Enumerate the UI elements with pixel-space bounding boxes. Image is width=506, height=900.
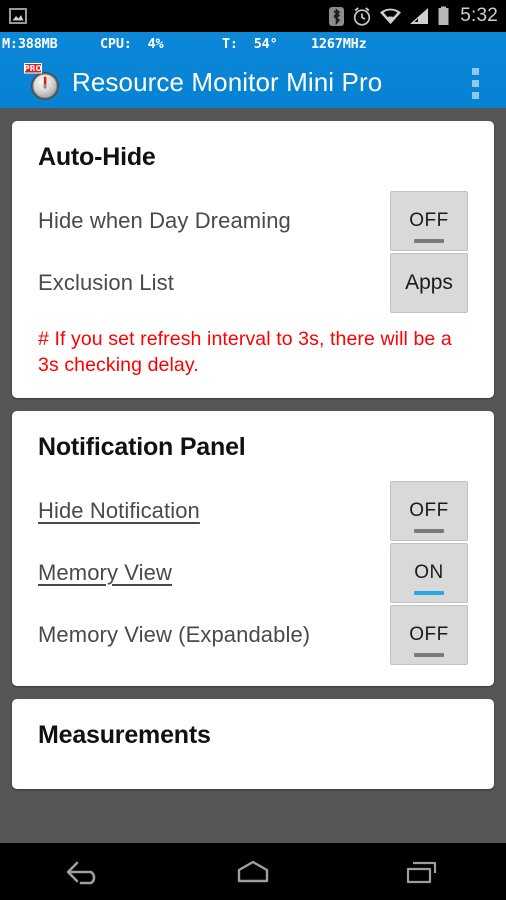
setting-label: Hide when Day Dreaming <box>38 208 390 234</box>
status-bar-clock: 5:32 <box>460 5 498 27</box>
back-arrow-icon <box>63 857 105 887</box>
setting-label-link[interactable]: Memory View <box>38 560 390 586</box>
card-measurements: Measurements <box>12 699 494 789</box>
card-title: Auto-Hide <box>38 143 468 172</box>
svg-text:PRO: PRO <box>24 64 42 73</box>
toggle-state-indicator <box>414 529 444 533</box>
overflow-dot <box>472 92 479 99</box>
home-icon <box>232 857 274 887</box>
setting-row-memory-view[interactable]: Memory View ON <box>38 542 468 604</box>
battery-icon <box>437 6 450 26</box>
overflow-menu-button[interactable] <box>462 65 488 101</box>
cpu-stat: CPU: 4% <box>100 36 163 52</box>
button-exclusion-list-apps[interactable]: Apps <box>390 253 468 313</box>
setting-row-memory-view-expandable[interactable]: Memory View (Expandable) OFF <box>38 604 468 666</box>
screenshot-image-icon <box>8 6 28 26</box>
toggle-state-indicator <box>414 239 444 243</box>
setting-row-hide-when-day-dreaming[interactable]: Hide when Day Dreaming OFF <box>38 190 468 252</box>
temperature-stat: T: 54° <box>222 36 278 52</box>
overflow-dot <box>472 68 479 75</box>
android-screen: 5:32 M:388MB CPU: 4% T: 54° 1267MHz <box>0 0 506 900</box>
nav-recents-button[interactable] <box>367 843 477 900</box>
frequency-stat: 1267MHz <box>311 36 367 52</box>
button-label: Apps <box>405 272 453 294</box>
toggle-state-label: ON <box>414 562 444 584</box>
app-title-row: PRO Resource Monitor Mini Pro <box>0 55 506 108</box>
setting-label: Memory View (Expandable) <box>38 622 390 648</box>
setting-row-hide-notification[interactable]: Hide Notification OFF <box>38 480 468 542</box>
nav-home-button[interactable] <box>198 843 308 900</box>
bluetooth-icon <box>328 6 345 27</box>
app-title: Resource Monitor Mini Pro <box>72 61 382 103</box>
system-navigation-bar <box>0 843 506 900</box>
toggle-memory-view-expandable[interactable]: OFF <box>390 605 468 665</box>
status-bar-notification-icons <box>8 6 28 26</box>
alarm-clock-icon <box>352 6 372 27</box>
toggle-state-label: OFF <box>409 624 449 646</box>
settings-scroll-area[interactable]: Auto-Hide Hide when Day Dreaming OFF Exc… <box>0 108 506 843</box>
app-logo-gauge-icon: PRO <box>24 63 64 103</box>
toggle-hide-notification[interactable]: OFF <box>390 481 468 541</box>
toggle-memory-view[interactable]: ON <box>390 543 468 603</box>
card-auto-hide: Auto-Hide Hide when Day Dreaming OFF Exc… <box>12 121 494 398</box>
wifi-icon <box>379 7 402 26</box>
setting-row-exclusion-list[interactable]: Exclusion List Apps <box>38 252 468 314</box>
card-title: Notification Panel <box>38 433 468 462</box>
cellular-signal-icon <box>409 7 430 26</box>
overflow-dot <box>472 80 479 87</box>
toggle-state-label: OFF <box>409 500 449 522</box>
memory-stat: M:388MB <box>2 36 58 52</box>
setting-label: Exclusion List <box>38 270 390 296</box>
toggle-hide-when-day-dreaming[interactable]: OFF <box>390 191 468 251</box>
toggle-state-indicator <box>414 653 444 657</box>
recent-apps-icon <box>401 857 443 887</box>
card-title: Measurements <box>38 721 468 750</box>
toggle-state-indicator <box>414 591 444 595</box>
status-bar-system-icons: 5:32 <box>328 5 498 27</box>
setting-label-link[interactable]: Hide Notification <box>38 498 390 524</box>
auto-hide-warning-note: # If you set refresh interval to 3s, the… <box>38 326 468 378</box>
system-status-bar: 5:32 <box>0 0 506 32</box>
app-header-bar: M:388MB CPU: 4% T: 54° 1267MHz <box>0 32 506 108</box>
toggle-state-label: OFF <box>409 210 449 232</box>
resource-stats-strip: M:388MB CPU: 4% T: 54° 1267MHz <box>0 32 506 55</box>
nav-back-button[interactable] <box>29 843 139 900</box>
card-notification-panel: Notification Panel Hide Notification OFF… <box>12 411 494 686</box>
